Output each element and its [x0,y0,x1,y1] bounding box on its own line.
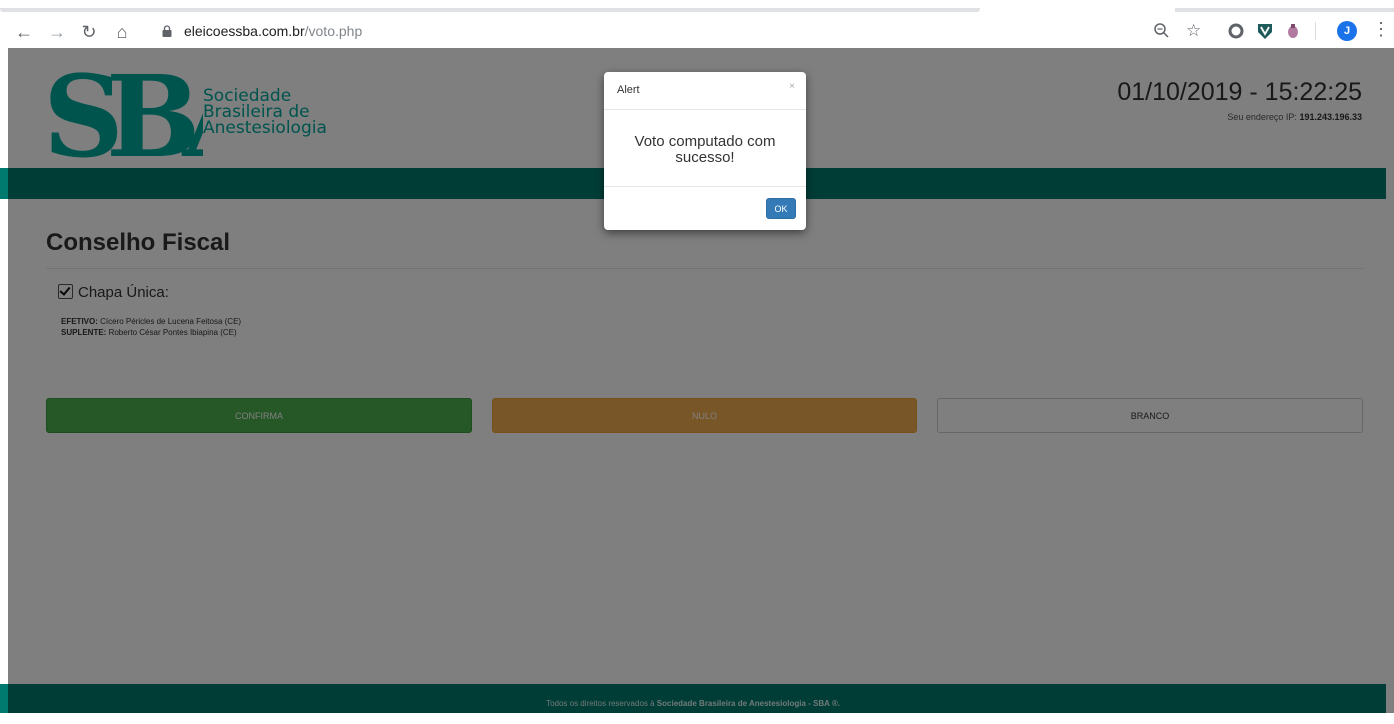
home-icon[interactable]: ⌂ [110,20,134,44]
browser-toolbar: ← → ↻ ⌂ eleicoessba.com.br/voto.php ☆ J … [0,0,1394,48]
address-bar[interactable]: eleicoessba.com.br/voto.php [150,18,1210,46]
profile-avatar[interactable]: J [1337,21,1357,41]
tab-strip-right [1175,8,1394,12]
ok-button[interactable]: OK [766,198,796,219]
alert-header: Alert × [604,72,806,110]
browser-menu-icon[interactable]: ⋮ [1372,19,1390,40]
zoom-icon[interactable] [1152,21,1172,41]
toolbar-separator [1315,22,1316,40]
url-path: /voto.php [304,23,363,39]
back-icon[interactable]: ← [12,20,36,44]
reload-icon[interactable]: ↻ [77,20,101,44]
alert-message: Voto computado com sucesso! [634,133,776,166]
alert-dialog: Alert × Voto computado com sucesso! OK [604,72,806,230]
extension-shield-icon[interactable] [1255,21,1275,41]
extension-circle-icon[interactable] [1226,21,1246,41]
url-text: eleicoessba.com.br/voto.php [184,23,362,39]
bookmark-star-icon[interactable]: ☆ [1186,21,1206,41]
url-domain: eleicoessba.com.br [184,23,305,39]
lock-icon [162,25,172,37]
close-icon[interactable]: × [789,81,795,92]
alert-body: Voto computado com sucesso! [604,110,806,187]
tab-strip [0,8,980,12]
extension-bug-icon[interactable] [1283,21,1303,41]
forward-icon[interactable]: → [45,20,69,44]
alert-title: Alert [617,84,640,96]
